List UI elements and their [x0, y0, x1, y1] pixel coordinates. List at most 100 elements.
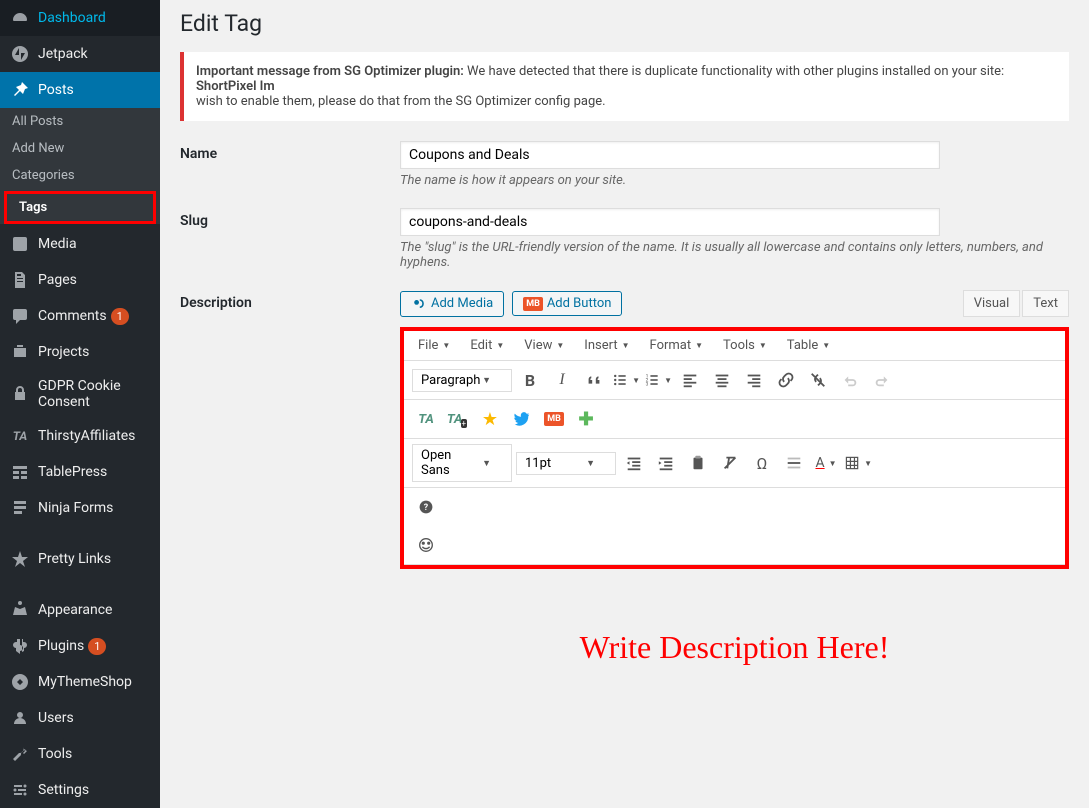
- special-char-button[interactable]: Ω: [748, 449, 776, 477]
- sidebar-item-label: Jetpack: [38, 46, 88, 62]
- link-button[interactable]: [772, 366, 800, 394]
- menu-insert[interactable]: Insert▼: [578, 335, 635, 356]
- sidebar-item-label: Plugins: [38, 638, 84, 654]
- bold-button[interactable]: B: [516, 366, 544, 394]
- chevron-down-icon: ▼: [829, 459, 837, 468]
- sidebar-item-projects[interactable]: Projects: [0, 334, 160, 370]
- users-icon: [10, 708, 30, 728]
- sidebar-item-comments[interactable]: Comments 1: [0, 298, 160, 334]
- appearance-icon: [10, 600, 30, 620]
- menu-tools[interactable]: Tools▼: [717, 335, 773, 356]
- submenu-all-posts[interactable]: All Posts: [0, 108, 160, 135]
- chevron-down-icon: ▼: [822, 341, 830, 350]
- sidebar-item-label: ThirstyAffiliates: [38, 428, 135, 444]
- sidebar-item-ninjaforms[interactable]: Ninja Forms: [0, 490, 160, 526]
- chevron-down-icon: ▼: [482, 375, 491, 386]
- mythemeshop-icon: [10, 672, 30, 692]
- notice-strong2: ShortPixel Im: [196, 79, 275, 94]
- tab-visual[interactable]: Visual: [963, 290, 1021, 317]
- sidebar-item-tablepress[interactable]: TablePress: [0, 454, 160, 490]
- sidebar-item-posts[interactable]: Posts: [0, 72, 160, 108]
- submenu-add-new[interactable]: Add New: [0, 135, 160, 162]
- table-button[interactable]: ▼: [844, 449, 872, 477]
- slug-input[interactable]: [400, 208, 940, 236]
- add-button-button[interactable]: MB Add Button: [512, 291, 622, 316]
- editor-tabs: Visual Text: [963, 290, 1069, 317]
- numbered-list-button[interactable]: 123▼: [644, 366, 672, 394]
- editor-toolbar-1: Paragraph ▼ B I ▼ 123▼: [404, 361, 1065, 400]
- align-right-button[interactable]: [740, 366, 768, 394]
- table-icon: [10, 462, 30, 482]
- comment-icon: [10, 306, 30, 326]
- name-input[interactable]: [400, 141, 940, 169]
- align-center-button[interactable]: [708, 366, 736, 394]
- sidebar-item-plugins[interactable]: Plugins 1: [0, 628, 160, 664]
- tools-icon: [10, 744, 30, 764]
- align-left-button[interactable]: [676, 366, 704, 394]
- editor-menubar: File▼ Edit▼ View▼ Insert▼ Format▼ Tools▼…: [404, 331, 1065, 361]
- sidebar-item-media[interactable]: Media: [0, 226, 160, 262]
- star-button[interactable]: ★: [476, 405, 504, 433]
- sidebar-item-mythemeshop[interactable]: MyThemeShop: [0, 664, 160, 700]
- portfolio-icon: [10, 342, 30, 362]
- emoji-button[interactable]: [412, 531, 440, 559]
- sidebar-item-label: Pretty Links: [38, 551, 111, 567]
- clear-formatting-button[interactable]: [716, 449, 744, 477]
- slug-row: Slug The "slug" is the URL-friendly vers…: [180, 208, 1069, 270]
- help-button[interactable]: ?: [412, 493, 440, 521]
- add-plus-button[interactable]: ✚: [572, 405, 600, 433]
- submenu-categories[interactable]: Categories: [0, 162, 160, 189]
- separator: [0, 582, 160, 587]
- undo-button[interactable]: [836, 366, 864, 394]
- sidebar-item-settings[interactable]: Settings: [0, 772, 160, 808]
- blockquote-button[interactable]: [580, 366, 608, 394]
- annotation-text: Write Description Here!: [400, 629, 1069, 666]
- format-select[interactable]: Paragraph ▼: [412, 369, 512, 392]
- sidebar-item-appearance[interactable]: Appearance: [0, 592, 160, 628]
- sidebar-item-gdpr[interactable]: GDPR Cookie Consent: [0, 370, 160, 418]
- sidebar-item-dashboard[interactable]: Dashboard: [0, 0, 160, 36]
- chevron-down-icon: ▼: [759, 341, 767, 350]
- paste-button[interactable]: [684, 449, 712, 477]
- sidebar-item-thirstyaffiliates[interactable]: TA ThirstyAffiliates: [0, 418, 160, 454]
- sidebar-item-jetpack[interactable]: Jetpack: [0, 36, 160, 72]
- sidebar-item-pages[interactable]: Pages: [0, 262, 160, 298]
- menu-edit[interactable]: Edit▼: [464, 335, 510, 356]
- indent-button[interactable]: [652, 449, 680, 477]
- ta-plus-button[interactable]: TA+: [444, 405, 472, 433]
- ta-icon: TA: [10, 426, 30, 446]
- ta-button[interactable]: TA: [412, 405, 440, 433]
- comments-badge: 1: [111, 308, 129, 325]
- italic-button[interactable]: I: [548, 366, 576, 394]
- tab-text[interactable]: Text: [1022, 290, 1069, 317]
- chevron-down-icon: ▼: [695, 341, 703, 350]
- outdent-button[interactable]: [620, 449, 648, 477]
- menu-view[interactable]: View▼: [518, 335, 570, 356]
- text-color-button[interactable]: A▼: [812, 449, 840, 477]
- editor-container: File▼ Edit▼ View▼ Insert▼ Format▼ Tools▼…: [400, 327, 1069, 569]
- sidebar-item-users[interactable]: Users: [0, 700, 160, 736]
- size-select[interactable]: 11pt ▼: [516, 452, 616, 475]
- sidebar-item-prettylinks[interactable]: Pretty Links: [0, 541, 160, 577]
- notice-text: We have detected that there is duplicate…: [467, 64, 1004, 79]
- font-select[interactable]: Open Sans ▼: [412, 444, 512, 482]
- form-icon: [10, 498, 30, 518]
- add-media-button[interactable]: Add Media: [400, 291, 504, 317]
- unlink-button[interactable]: [804, 366, 832, 394]
- redo-button[interactable]: [868, 366, 896, 394]
- sidebar-item-tools[interactable]: Tools: [0, 736, 160, 772]
- menu-format[interactable]: Format▼: [644, 335, 710, 356]
- separator: [0, 531, 160, 536]
- menu-file[interactable]: File▼: [412, 335, 456, 356]
- twitter-button[interactable]: [508, 405, 536, 433]
- chevron-down-icon: ▼: [864, 459, 872, 468]
- editor-toolbar-4: ?: [404, 488, 1065, 526]
- submenu-tags[interactable]: Tags: [4, 191, 156, 224]
- sidebar-item-label: Settings: [38, 782, 89, 798]
- name-label: Name: [180, 141, 400, 188]
- hr-button[interactable]: [780, 449, 808, 477]
- menu-table[interactable]: Table▼: [781, 335, 836, 356]
- slug-help: The "slug" is the URL-friendly version o…: [400, 240, 1069, 270]
- mb-button[interactable]: MB: [540, 405, 568, 433]
- bullet-list-button[interactable]: ▼: [612, 366, 640, 394]
